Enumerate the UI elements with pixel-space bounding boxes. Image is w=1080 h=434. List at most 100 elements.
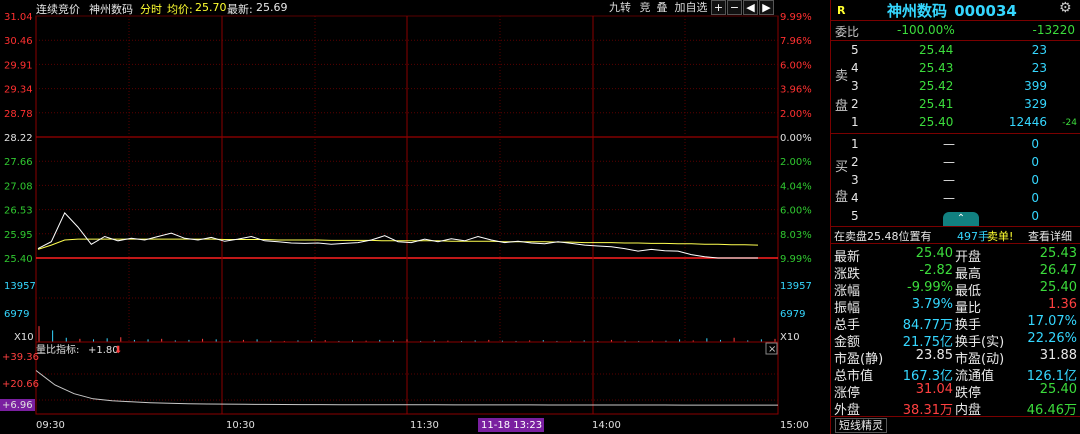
pct-tick-label: 6.00% bbox=[780, 206, 812, 217]
order-level: 4 bbox=[851, 191, 859, 205]
stat-row: 总手 84.77万 换手 17.07% bbox=[831, 313, 1080, 333]
pct-tick-label: 6.00% bbox=[780, 60, 812, 71]
stat-row: 涨幅 -9.99% 最低 25.40 bbox=[831, 279, 1080, 299]
avg-price-line bbox=[37, 238, 759, 250]
queue-unit: 卖单! bbox=[987, 230, 1014, 243]
sell-level-row: 5 25.44 23 bbox=[831, 42, 1080, 60]
close-indicator-x: × bbox=[768, 344, 776, 355]
price-tick-label: 26.53 bbox=[4, 206, 33, 217]
plus-icon[interactable]: + bbox=[711, 0, 726, 15]
stat-row: 振幅 3.79% 量比 1.36 bbox=[831, 296, 1080, 316]
order-volume: 0 bbox=[1031, 155, 1039, 169]
stock-title-name: 神州数码 bbox=[887, 2, 948, 20]
intraday-chart[interactable]: 31.04 9.99%30.46 7.96%29.91 6.00%29.34 3.96%… bbox=[0, 0, 830, 434]
stat-value: 23.85 bbox=[915, 348, 953, 363]
trading-mode: 连续竞价 bbox=[36, 3, 80, 16]
volume-tick-label: 6979 bbox=[4, 309, 29, 320]
stat-value: 25.40 bbox=[1039, 280, 1077, 295]
ratio-tick-label: +39.36 bbox=[2, 352, 39, 363]
queue-count: 497手 bbox=[957, 230, 989, 243]
view-label: 分时 bbox=[140, 3, 162, 16]
order-price: — bbox=[943, 155, 955, 169]
price-tick-label: 25.40 bbox=[4, 254, 33, 265]
x-tick-label: 15:00 bbox=[780, 420, 809, 431]
buy-level-row: 1 — 0 bbox=[831, 136, 1080, 154]
volume-tick-label-right: 13957 bbox=[780, 281, 812, 292]
last-price-label: 最新: bbox=[227, 3, 253, 16]
pct-tick-label: 7.96% bbox=[780, 36, 812, 47]
order-volume: 399 bbox=[1024, 79, 1047, 93]
overlay-button[interactable]: 叠 bbox=[654, 0, 670, 15]
pct-tick-label: 0.00% bbox=[780, 133, 812, 144]
order-price: 25.43 bbox=[919, 61, 954, 75]
ratio-indicator-label: 量比指标: bbox=[36, 343, 79, 356]
stat-row: 外盘 38.31万 内盘 46.46万 bbox=[831, 398, 1080, 418]
x-tick-label: 10:30 bbox=[226, 420, 255, 431]
order-volume: 0 bbox=[1031, 191, 1039, 205]
pct-tick-label: 3.96% bbox=[780, 85, 812, 96]
stat-value: 25.40 bbox=[1039, 382, 1077, 397]
order-level: 5 bbox=[851, 209, 859, 223]
prev-icon[interactable]: ◀ bbox=[743, 0, 758, 15]
stat-value: 17.07% bbox=[1027, 314, 1077, 329]
order-price: 25.40 bbox=[919, 115, 954, 129]
jiuzhuan-button[interactable]: 九转 bbox=[606, 0, 634, 15]
price-tick-label: 27.08 bbox=[4, 181, 33, 192]
chart-topbar: 连续竞价 神州数码 分时 均价: 25.70 最新: 25.69 九转 竞 叠 … bbox=[0, 0, 830, 16]
order-level: 5 bbox=[851, 43, 859, 57]
pct-tick-label: 2.00% bbox=[780, 109, 812, 120]
order-volume: 12446 bbox=[1008, 115, 1047, 129]
auction-button[interactable]: 竞 bbox=[637, 0, 653, 15]
price-tick-label: 28.22 bbox=[4, 133, 33, 144]
stat-value: 25.40 bbox=[915, 246, 953, 261]
pct-tick-label: 9.99% bbox=[780, 254, 812, 265]
stat-value: -2.82 bbox=[919, 263, 953, 278]
stat-row: 涨跌 -2.82 最高 26.47 bbox=[831, 262, 1080, 282]
stat-row: 涨停 31.04 跌停 25.40 bbox=[831, 381, 1080, 401]
sell-level-row: 2 25.41 329 bbox=[831, 96, 1080, 114]
order-volume: 329 bbox=[1024, 97, 1047, 111]
order-volume: 0 bbox=[1031, 137, 1039, 151]
order-price: — bbox=[943, 191, 955, 205]
order-price: 25.41 bbox=[919, 97, 954, 111]
next-icon[interactable]: ▶ bbox=[759, 0, 774, 15]
queue-detail-link[interactable]: 查看详细 bbox=[1028, 228, 1072, 244]
chevron-up-icon[interactable]: ⌃ bbox=[943, 212, 979, 226]
order-level: 1 bbox=[851, 137, 859, 151]
weibi-diff: -13220 bbox=[1032, 23, 1075, 37]
pct-tick-label: 8.03% bbox=[780, 230, 812, 241]
price-tick-label: 28.78 bbox=[4, 109, 33, 120]
sell-level-row: 1 25.40 12446 -24 bbox=[831, 114, 1080, 132]
order-level: 2 bbox=[851, 155, 859, 169]
stat-row: 总市值 167.3亿 流通值 126.1亿 bbox=[831, 364, 1080, 384]
cursor-time-label: 11-18 13:23 bbox=[481, 420, 542, 431]
order-volume: 0 bbox=[1031, 173, 1039, 187]
order-volume: 0 bbox=[1031, 209, 1039, 223]
volume-unit-label: X10 bbox=[14, 332, 34, 343]
order-volume: 23 bbox=[1031, 43, 1047, 57]
weibi-label: 委比 bbox=[835, 25, 860, 39]
minus-icon[interactable]: − bbox=[727, 0, 742, 15]
sell-level-row: 3 25.42 399 bbox=[831, 78, 1080, 96]
order-volume: 23 bbox=[1031, 61, 1047, 75]
tab-short-term-wizard[interactable]: 短线精灵 bbox=[835, 418, 887, 433]
sell-level-row: 4 25.43 23 bbox=[831, 60, 1080, 78]
stock-title: 神州数码 000034 bbox=[887, 0, 1017, 21]
gear-icon[interactable]: ⚙ bbox=[1059, 0, 1072, 16]
stat-row: 市盈(静) 23.85 市盈(动) 31.88 bbox=[831, 347, 1080, 367]
price-tick-label: 29.34 bbox=[4, 85, 33, 96]
x-tick-label: 11:30 bbox=[410, 420, 439, 431]
volume-unit-label-right: X10 bbox=[780, 332, 800, 343]
order-level: 4 bbox=[851, 61, 859, 75]
ratio-tick-label: +20.66 bbox=[2, 379, 39, 390]
add-watchlist-button[interactable]: 加自选 bbox=[672, 0, 710, 15]
stat-value: -9.99% bbox=[907, 280, 953, 295]
price-line bbox=[37, 212, 758, 259]
quote-panel: R 神州数码 000034 ⚙ 委比 -100.00% -13220 卖 盘 5… bbox=[830, 0, 1080, 434]
stat-value: 22.26% bbox=[1027, 331, 1077, 346]
stat-value: 25.43 bbox=[1039, 246, 1077, 261]
stat-value: 26.47 bbox=[1039, 263, 1077, 278]
order-change: -24 bbox=[1062, 118, 1077, 128]
stat-row: 最新 25.40 开盘 25.43 bbox=[831, 245, 1080, 265]
volume-tick-label-right: 6979 bbox=[780, 309, 805, 320]
